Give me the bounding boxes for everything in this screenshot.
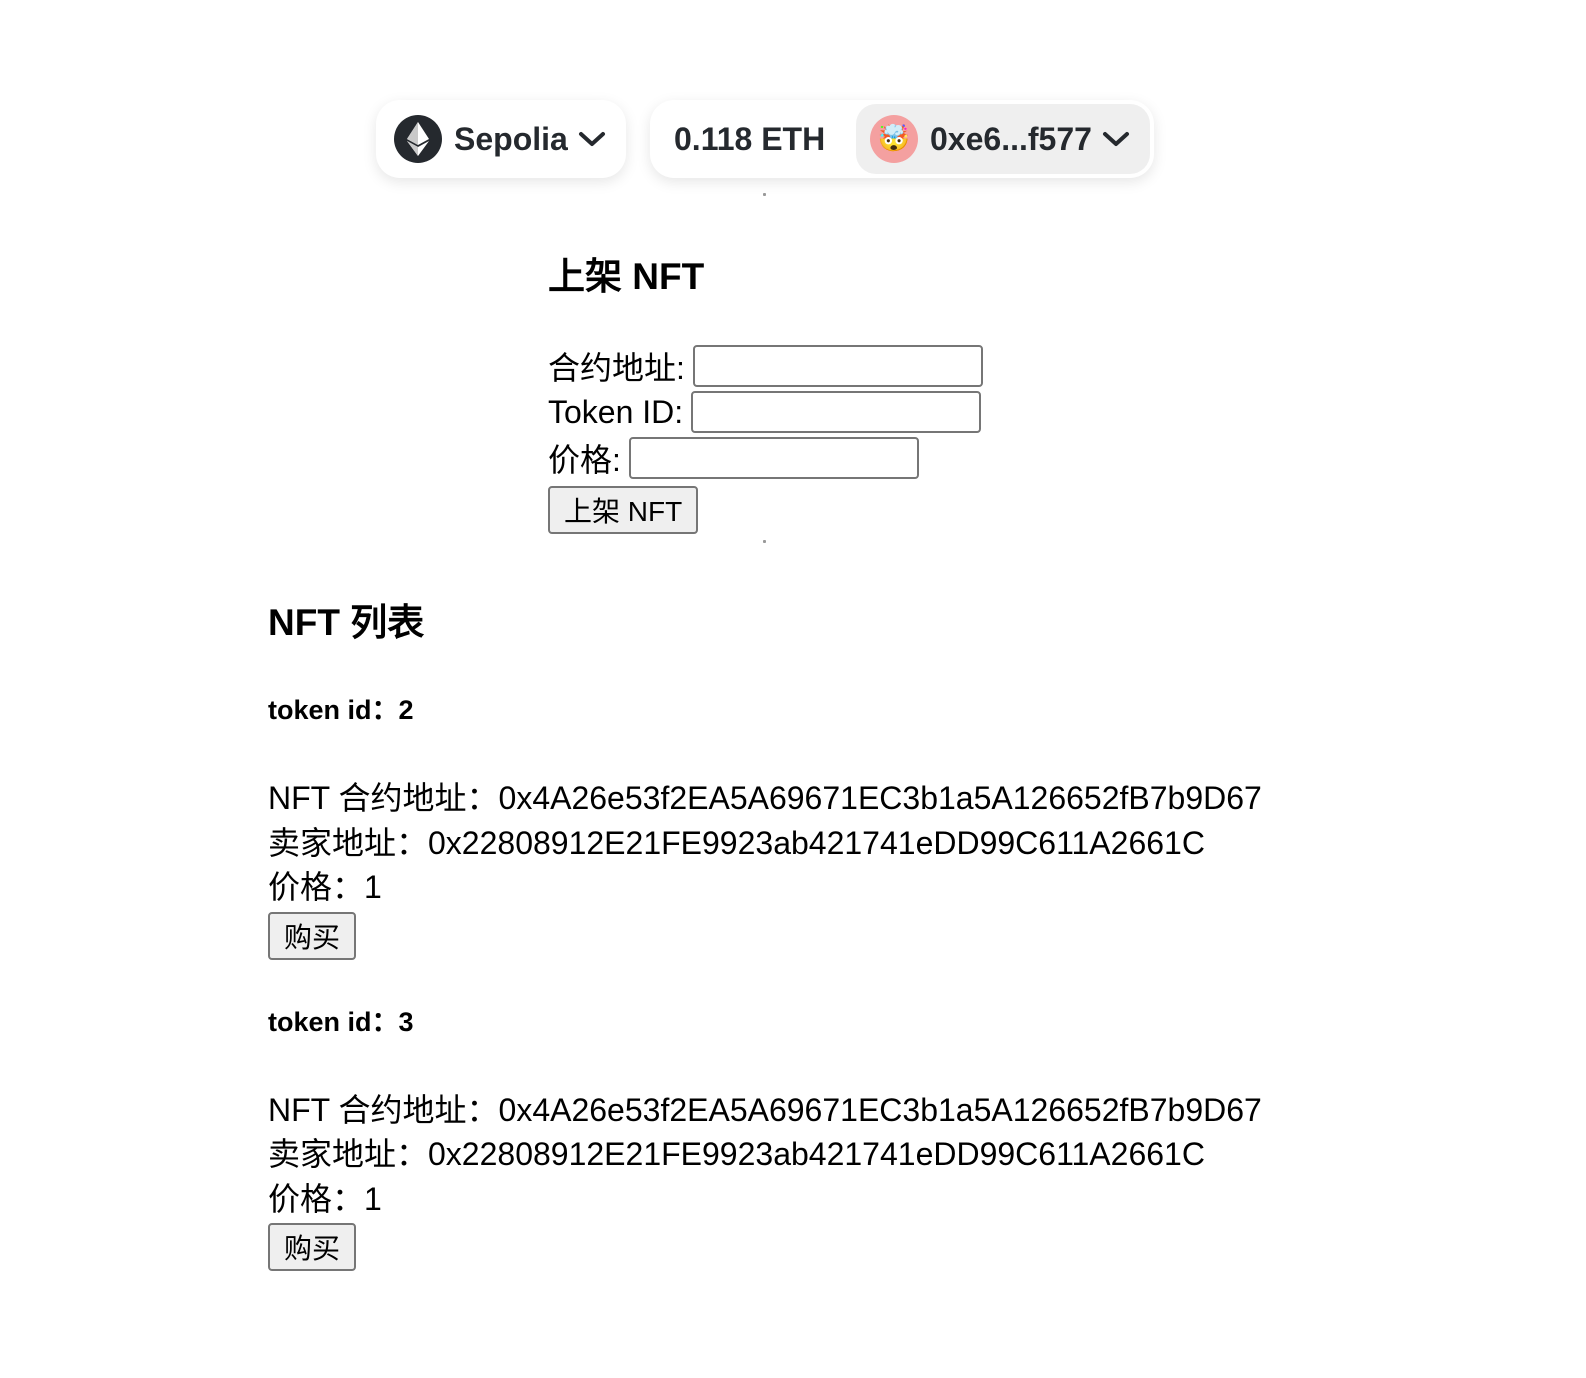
list-nft-section: 上架 NFT 合约地址: Token ID: 价格: 上架 NFT — [548, 250, 1068, 534]
contract-address-label: 合约地址: — [548, 350, 685, 386]
contract-address-row: 合约地址: — [548, 344, 1068, 388]
price-label: 价格: — [548, 442, 621, 478]
account-button[interactable]: 🤯 0xe6...f577 — [856, 104, 1150, 174]
chevron-down-icon — [578, 132, 605, 146]
contract-address-input[interactable] — [692, 345, 983, 387]
eth-balance: 0.118 ETH — [674, 120, 826, 157]
token-id-row: Token ID: — [548, 390, 1068, 434]
divider-dot — [763, 193, 766, 196]
nft-list-item: token id：2 NFT 合约地址：0x4A26e53f2EA5A69671… — [268, 690, 1368, 960]
chain-selector-button[interactable]: Sepolia — [376, 100, 626, 178]
list-nft-form: 合约地址: Token ID: 价格: 上架 NFT — [548, 344, 1068, 534]
price-input[interactable] — [628, 437, 919, 479]
token-id-label: Token ID: — [548, 393, 684, 430]
nft-list-item: token id：3 NFT 合约地址：0x4A26e53f2EA5A69671… — [268, 1002, 1368, 1271]
list-nft-button[interactable]: 上架 NFT — [548, 486, 699, 534]
token-id-heading: token id：2 — [268, 695, 414, 725]
nft-price: 价格：1 — [268, 869, 382, 905]
nft-list-title: NFT 列表 — [268, 602, 425, 643]
seller-address: 卖家地址：0x22808912E21FE9923ab421741eDD99C61… — [268, 824, 1205, 861]
chain-name: Sepolia — [454, 120, 568, 157]
chevron-down-icon — [1102, 132, 1129, 146]
wallet-connect-bar: Sepolia 0.118 ETH 🤯 0xe6...f577 — [376, 100, 1154, 178]
token-id-heading: token id：3 — [268, 1006, 414, 1037]
nft-price: 价格：1 — [268, 1180, 382, 1217]
avatar: 🤯 — [870, 115, 918, 163]
nft-contract-address: NFT 合约地址：0x4A26e53f2EA5A69671EC3b1a5A126… — [268, 1091, 1262, 1128]
account-chip: 0.118 ETH 🤯 0xe6...f577 — [650, 100, 1154, 178]
ethereum-icon — [394, 115, 442, 163]
buy-button[interactable]: 购买 — [268, 911, 357, 960]
account-address: 0xe6...f577 — [930, 120, 1092, 157]
token-id-input[interactable] — [691, 391, 982, 433]
buy-button[interactable]: 购买 — [268, 1223, 357, 1271]
nft-list-section: NFT 列表 token id：2 NFT 合约地址：0x4A26e53f2EA… — [268, 596, 1368, 1271]
divider-dot — [763, 540, 766, 543]
nft-contract-address: NFT 合约地址：0x4A26e53f2EA5A69671EC3b1a5A126… — [268, 780, 1262, 816]
seller-address: 卖家地址：0x22808912E21FE9923ab421741eDD99C61… — [268, 1136, 1205, 1172]
price-row: 价格: — [548, 436, 1068, 480]
list-nft-title: 上架 NFT — [548, 256, 705, 297]
